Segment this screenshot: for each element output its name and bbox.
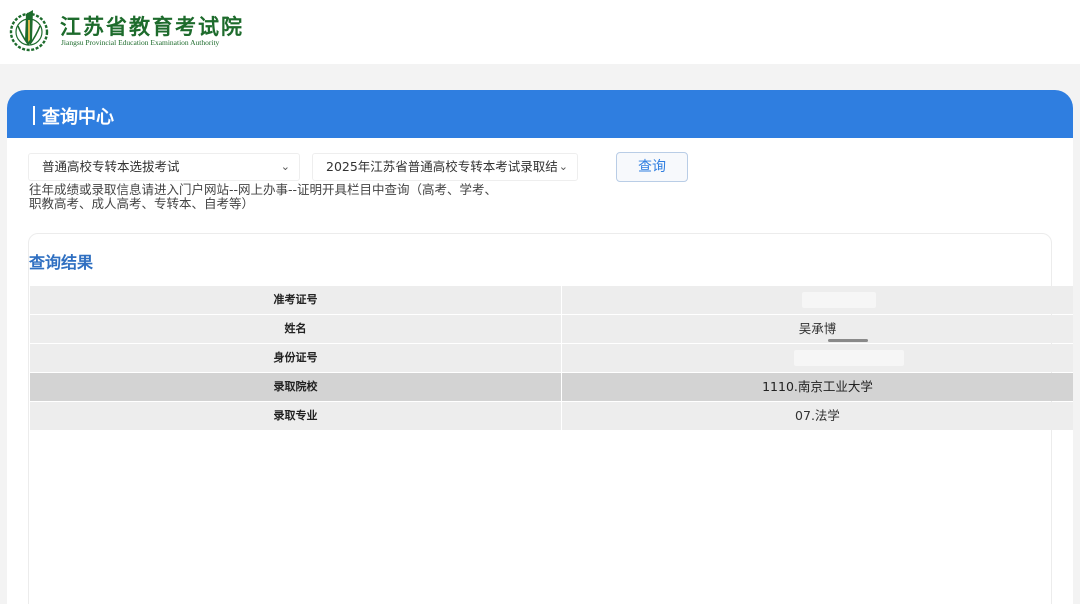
- chevron-down-icon: ⌄: [280, 160, 290, 173]
- field-label: 准考证号: [273, 293, 318, 306]
- field-label: 录取专业: [273, 409, 318, 422]
- redaction-mask: [828, 339, 868, 342]
- field-value: 07.法学: [795, 408, 840, 423]
- table-row: 身份证号 320: [30, 344, 1073, 372]
- field-value: 1110.南京工业大学: [762, 379, 873, 394]
- logo-emblem-icon: [9, 10, 49, 52]
- title-accent-mark: [33, 106, 35, 125]
- query-button[interactable]: 查询: [616, 152, 688, 182]
- page: 江苏省教育考试院 Jiangsu Provincial Education Ex…: [0, 0, 1080, 604]
- history-hint-text: 往年成绩或录取信息请进入门户网站--网上办事--证明开具栏目中查询（高考、学考、…: [29, 182, 498, 211]
- table-row: 准考证号 25 5: [30, 286, 1073, 314]
- field-label: 姓名: [284, 322, 307, 335]
- exam-type-select[interactable]: 普通高校专转本选拔考试 ⌄: [28, 153, 300, 181]
- result-table: 准考证号 25 5 姓名 吴承博 身份证号 320 录取院校 1110.南京工: [30, 286, 1073, 431]
- logo-subtitle: Jiangsu Provincial Education Examination…: [61, 38, 220, 47]
- exam-batch-select[interactable]: 2025年江苏省普通高校专转本考试录取结 ⌄: [312, 153, 578, 181]
- redaction-mask: [794, 350, 904, 366]
- field-label: 身份证号: [273, 351, 318, 364]
- panel-title: 查询中心: [42, 107, 114, 128]
- exam-batch-select-value: 2025年江苏省普通高校专转本考试录取结: [326, 159, 558, 174]
- table-row: 姓名 吴承博: [30, 315, 1073, 343]
- exam-type-select-value: 普通高校专转本选拔考试: [42, 159, 180, 174]
- field-value: 吴承博: [798, 321, 837, 336]
- site-header: 江苏省教育考试院 Jiangsu Provincial Education Ex…: [0, 0, 1080, 64]
- field-label: 录取院校: [273, 380, 318, 393]
- table-row: 录取专业 07.法学: [30, 402, 1073, 430]
- logo-title: 江苏省教育考试院: [60, 14, 244, 39]
- panel-title-bar: 查询中心: [7, 90, 1073, 138]
- chevron-down-icon: ⌄: [558, 160, 568, 173]
- query-center-panel: 查询中心 普通高校专转本选拔考试 ⌄ 2025年江苏省普通高校专转本考试录取结 …: [7, 90, 1073, 604]
- result-title: 查询结果: [29, 253, 94, 272]
- table-row: 录取院校 1110.南京工业大学: [30, 373, 1073, 401]
- redaction-mask: [802, 292, 876, 308]
